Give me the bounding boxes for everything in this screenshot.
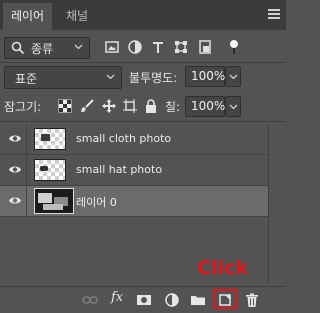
blend-row: 표준 불투명도: 100% (0, 66, 286, 90)
layers-panel: 레이어 채널 종류 표준 불투명도: 100% 잠그기: 칠: 100% sma… (0, 0, 287, 313)
opacity-value: 100% (191, 69, 226, 83)
layer-name: 레이어 0 (76, 196, 117, 209)
visibility-eye-icon[interactable] (8, 195, 22, 206)
lock-move-icon[interactable] (101, 98, 117, 114)
trash-icon[interactable] (244, 292, 260, 308)
layer-thumbnail (34, 159, 66, 181)
folder-icon[interactable] (190, 292, 206, 308)
shape-filter-icon[interactable] (173, 39, 189, 55)
image-filter-icon[interactable] (104, 39, 120, 55)
chevron-down-icon (229, 74, 238, 80)
tab-layers[interactable]: 레이어 (3, 3, 52, 30)
fill-value: 100% (191, 99, 226, 113)
fx-icon[interactable]: fx (111, 290, 123, 305)
adjustment-layer-icon[interactable] (164, 292, 180, 308)
panel-menu-icon[interactable] (268, 8, 280, 20)
tab-bar: 레이어 채널 (0, 0, 286, 30)
layer-row[interactable]: small cloth photo (0, 124, 268, 155)
adjustment-filter-icon[interactable] (127, 39, 143, 55)
blend-mode-select[interactable]: 표준 (4, 66, 122, 89)
chevron-down-icon (74, 44, 83, 50)
mask-icon[interactable] (136, 292, 152, 308)
search-icon (11, 41, 25, 55)
link-icon[interactable] (82, 292, 98, 308)
opacity-label: 불투명도: (129, 71, 178, 85)
chevron-down-icon (229, 104, 238, 110)
lock-artboard-icon[interactable] (122, 98, 138, 114)
visibility-eye-icon[interactable] (8, 133, 22, 144)
layer-thumbnail (34, 188, 74, 214)
layer-name: small cloth photo (76, 132, 172, 145)
divider (26, 186, 27, 216)
layers-scrollbar[interactable] (268, 124, 287, 284)
fill-input[interactable]: 100% (185, 96, 225, 117)
layer-row[interactable]: small hat photo (0, 155, 268, 186)
divider (26, 155, 27, 185)
bottom-toolbar: fx (0, 286, 286, 313)
blend-mode-value: 표준 (15, 72, 38, 86)
lock-transparent-icon[interactable] (57, 98, 73, 114)
fill-label: 칠: (165, 100, 181, 114)
new-layer-icon[interactable] (217, 292, 233, 308)
opacity-input[interactable]: 100% (185, 66, 225, 87)
layer-row-selected[interactable]: 레이어 0 (0, 186, 268, 217)
filter-kind-select[interactable]: 종류 (4, 37, 90, 59)
tab-channels[interactable]: 채널 (57, 3, 97, 30)
click-annotation-label: Click (197, 257, 248, 279)
filter-kind-label: 종류 (31, 42, 54, 56)
opacity-dropdown[interactable] (225, 66, 241, 87)
lock-brush-icon[interactable] (79, 98, 95, 114)
divider (26, 124, 27, 154)
lock-all-icon[interactable] (143, 98, 159, 114)
layer-name: small hat photo (76, 163, 163, 176)
layer-thumbnail (34, 128, 66, 150)
divider (0, 62, 286, 63)
lock-row: 잠그기: 칠: 100% (0, 93, 286, 119)
lock-label: 잠그기: (4, 100, 42, 114)
filter-toggle-icon[interactable] (226, 39, 242, 55)
chevron-down-icon (106, 74, 115, 80)
visibility-eye-icon[interactable] (8, 164, 22, 175)
divider (0, 121, 286, 122)
fill-dropdown[interactable] (225, 96, 241, 117)
type-filter-icon[interactable] (150, 39, 166, 55)
filter-row: 종류 (0, 34, 286, 62)
smart-object-filter-icon[interactable] (197, 39, 213, 55)
